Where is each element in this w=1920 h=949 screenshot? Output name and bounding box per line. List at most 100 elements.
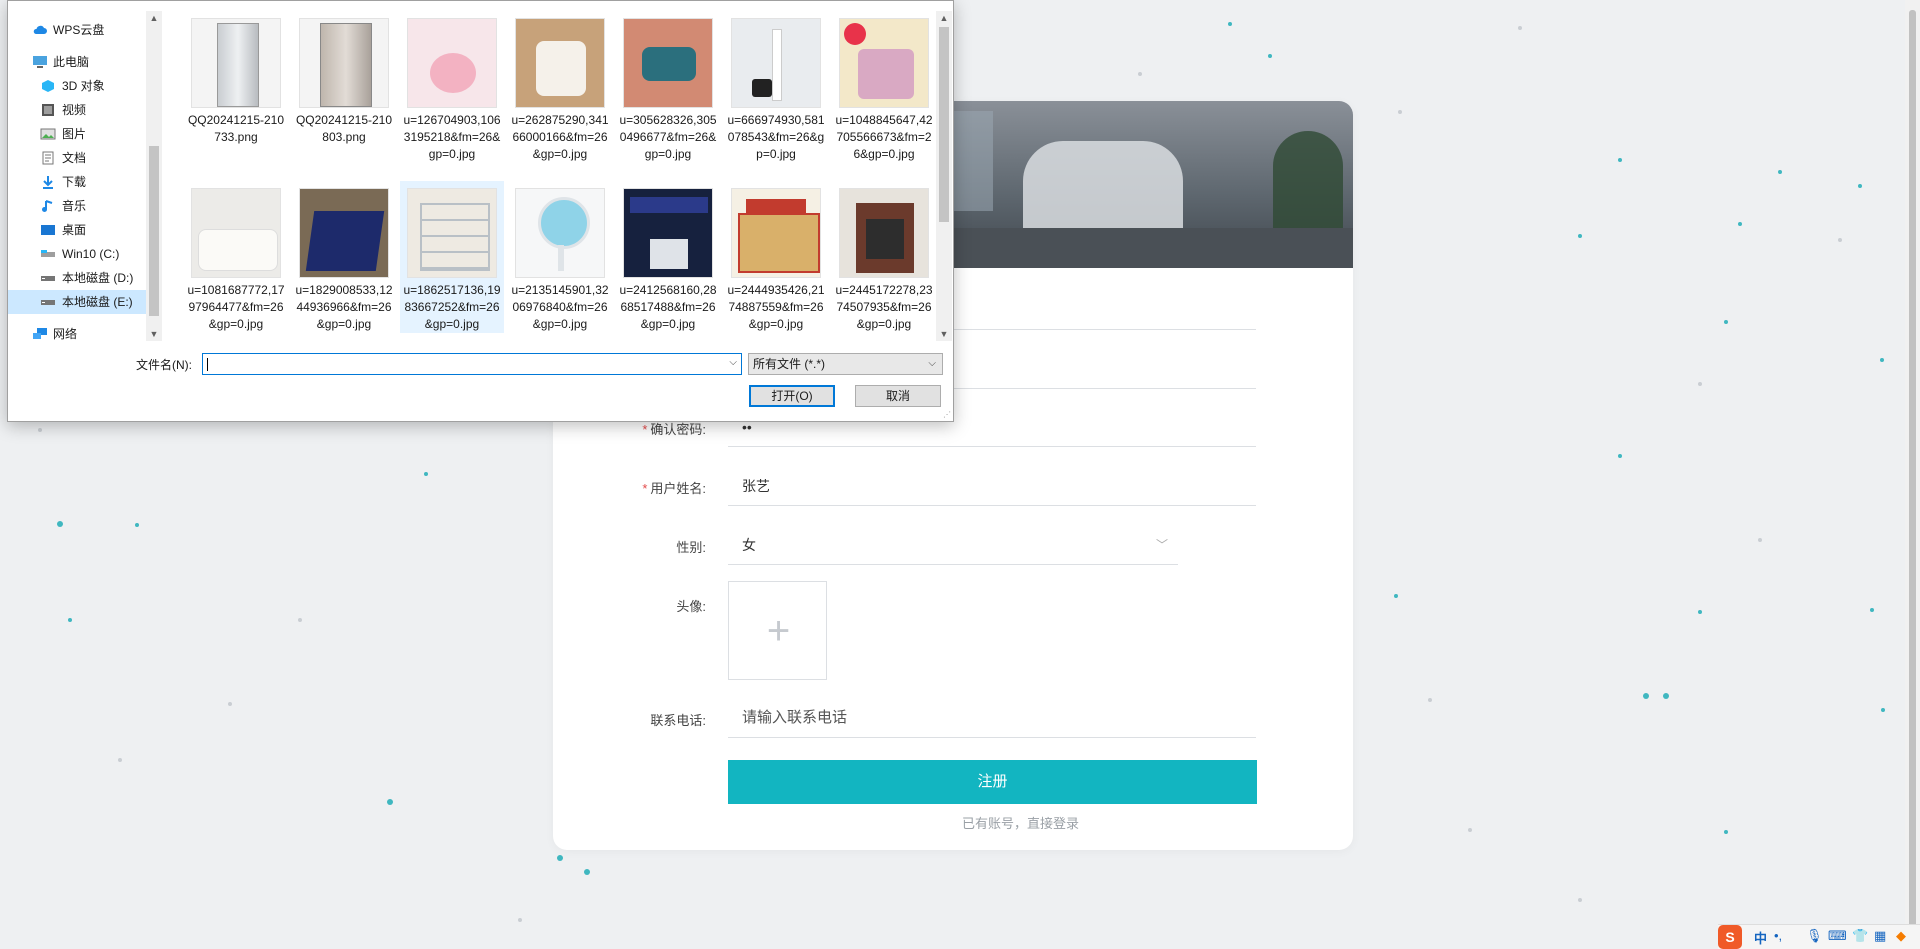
scroll-up-icon[interactable]: ▲ [146,11,162,25]
file-item[interactable]: QQ20241215-210803.png [292,11,396,146]
required-mark: * [642,422,648,437]
login-link[interactable]: 已有账号，直接登录 [553,813,1353,832]
file-item[interactable]: u=126704903,1063195218&fm=26&gp=0.jpg [400,11,504,163]
filetype-value: 所有文件 (*.*) [753,357,826,371]
username-label: * 用户姓名: [553,478,706,497]
plus-icon: + [766,609,791,653]
file-item[interactable]: u=1048845647,42705566673&fm=26&gp=0.jpg [832,11,936,163]
file-item[interactable]: u=2412568160,2868517488&fm=26&gp=0.jpg [616,181,720,333]
file-list-scrollbar-thumb[interactable] [939,27,949,222]
file-item[interactable]: u=2135145901,3206976840&fm=26&gp=0.jpg [508,181,612,333]
nav-item-network[interactable]: 网络 [8,322,146,341]
chevron-down-icon: ⌵ [928,358,936,369]
file-item[interactable]: u=2445172278,2374507935&fm=26&gp=0.jpg [832,181,936,333]
nav-scrollbar[interactable]: ▲ ▼ [146,11,162,341]
avatar-row: 头像: [553,584,1353,624]
nav-label: 此电脑 [53,55,90,69]
file-item[interactable]: u=1829008533,1244936966&fm=26&gp=0.jpg [292,181,396,333]
document-icon [42,151,54,165]
nav-label: 网络 [53,327,78,341]
nav-item-wps-cloud[interactable]: WPS云盘 [8,18,146,42]
file-item-selected[interactable]: u=1862517136,1983667252&fm=26&gp=0.jpg [400,181,504,333]
file-name: u=1829008533,1244936966&fm=26&gp=0.jpg [295,283,393,331]
username-input[interactable]: 张艺 [728,466,1256,506]
scroll-down-icon[interactable]: ▼ [936,327,952,341]
more-tools-icon[interactable]: ◆ [1896,928,1906,944]
filename-input[interactable]: ⌵ [202,353,742,375]
nav-item-pictures[interactable]: 图片 [8,122,146,146]
video-icon [42,104,54,116]
chevron-down-icon[interactable]: ⌵ [729,357,737,368]
username-label-text: 用户姓名: [650,481,706,496]
file-name: u=2445172278,2374507935&fm=26&gp=0.jpg [835,283,933,331]
scroll-down-icon[interactable]: ▼ [146,327,162,341]
nav-item-downloads[interactable]: 下载 [8,170,146,194]
file-name: u=262875290,34166000166&fm=26&gp=0.jpg [511,113,609,161]
sogou-ime-icon[interactable]: S [1718,925,1742,949]
microphone-icon[interactable]: 🎙 [1806,928,1823,944]
file-thumbnail [407,188,497,278]
nav-item-music[interactable]: 音乐 [8,194,146,218]
nav-label: 本地磁盘 (D:) [62,271,134,285]
file-list-scrollbar[interactable]: ▲ ▼ [936,11,952,341]
cloud-icon [33,25,47,34]
confirm-password-label-text: 确认密码: [650,422,706,437]
file-thumbnail [731,188,821,278]
nav-item-this-pc[interactable]: 此电脑 [8,50,146,74]
nav-item-drive-d[interactable]: 本地磁盘 (D:) [8,266,146,290]
file-item[interactable]: u=1081687772,1797964477&fm=26&gp=0.jpg [184,181,288,333]
nav-item-desktop[interactable]: 桌面 [8,218,146,242]
resize-grip-icon[interactable]: ⋰ [943,410,951,419]
nav-scrollbar-thumb[interactable] [149,146,159,316]
nav-item-3d-objects[interactable]: 3D 对象 [8,74,146,98]
system-tray: S 中 •, 🎙 ⌨ 👕 ▦ ◆ [1718,924,1920,949]
cancel-button[interactable]: 取消 [855,385,941,407]
required-mark: * [642,481,648,496]
text-caret [207,358,208,371]
music-icon [42,200,53,212]
file-item[interactable]: QQ20241215-210733.png [184,11,288,146]
file-item[interactable]: u=666974930,581078543&fm=26&gp=0.jpg [724,11,828,163]
keyboard-icon[interactable]: ⌨ [1828,928,1847,944]
file-thumbnail [515,188,605,278]
avatar-upload[interactable]: + [728,581,827,680]
file-thumbnail [623,188,713,278]
open-button[interactable]: 打开(O) [749,385,835,407]
chevron-down-icon: ﹀ [1155,538,1168,552]
nav-label: 下载 [62,175,87,189]
file-name: u=126704903,1063195218&fm=26&gp=0.jpg [403,113,501,161]
file-name: u=1048845647,42705566673&fm=26&gp=0.jpg [835,113,933,161]
file-item[interactable]: u=2444935426,2174887559&fm=26&gp=0.jpg [724,181,828,333]
file-item[interactable]: u=305628326,3050496677&fm=26&gp=0.jpg [616,11,720,163]
file-name: u=666974930,581078543&fm=26&gp=0.jpg [727,113,825,161]
toolbox-icon[interactable]: ▦ [1874,928,1886,944]
file-name: u=1862517136,1983667252&fm=26&gp=0.jpg [403,283,501,331]
file-list: QQ20241215-210733.png QQ20241215-210803.… [168,11,938,341]
phone-row: 联系电话: 请输入联系电话 [553,698,1353,738]
phone-input[interactable]: 请输入联系电话 [728,698,1256,738]
file-thumbnail [407,18,497,108]
desktop-icon [41,225,55,235]
scroll-up-icon[interactable]: ▲ [936,11,952,25]
ime-punctuation-indicator[interactable]: •, [1774,928,1782,943]
nav-label: 音乐 [62,199,87,213]
file-item[interactable]: u=262875290,34166000166&fm=26&gp=0.jpg [508,11,612,163]
gender-row: 性别: 女 ﹀ [553,525,1353,565]
file-name: u=305628326,3050496677&fm=26&gp=0.jpg [619,113,717,161]
nav-item-drive-c[interactable]: Win10 (C:) [8,242,146,266]
nav-item-documents[interactable]: 文档 [8,146,146,170]
register-button[interactable]: 注册 [728,760,1257,804]
nav-item-videos[interactable]: 视频 [8,98,146,122]
page-scrollbar[interactable] [1905,0,1920,948]
file-name: QQ20241215-210733.png [187,113,285,144]
gender-select[interactable]: 女 ﹀ [728,525,1178,565]
file-thumbnail [299,188,389,278]
nav-label: 3D 对象 [62,79,105,93]
file-thumbnail [731,18,821,108]
page-scrollbar-thumb[interactable] [1909,10,1916,938]
skin-icon[interactable]: 👕 [1852,928,1868,944]
file-open-dialog: WPS云盘 此电脑 3D 对象 视频 图片 文档 下载 音乐 桌面 Win10 … [7,0,954,422]
filetype-select[interactable]: 所有文件 (*.*) ⌵ [748,353,943,375]
nav-item-drive-e[interactable]: 本地磁盘 (E:) [8,290,146,314]
ime-language-indicator[interactable]: 中 [1754,928,1767,947]
